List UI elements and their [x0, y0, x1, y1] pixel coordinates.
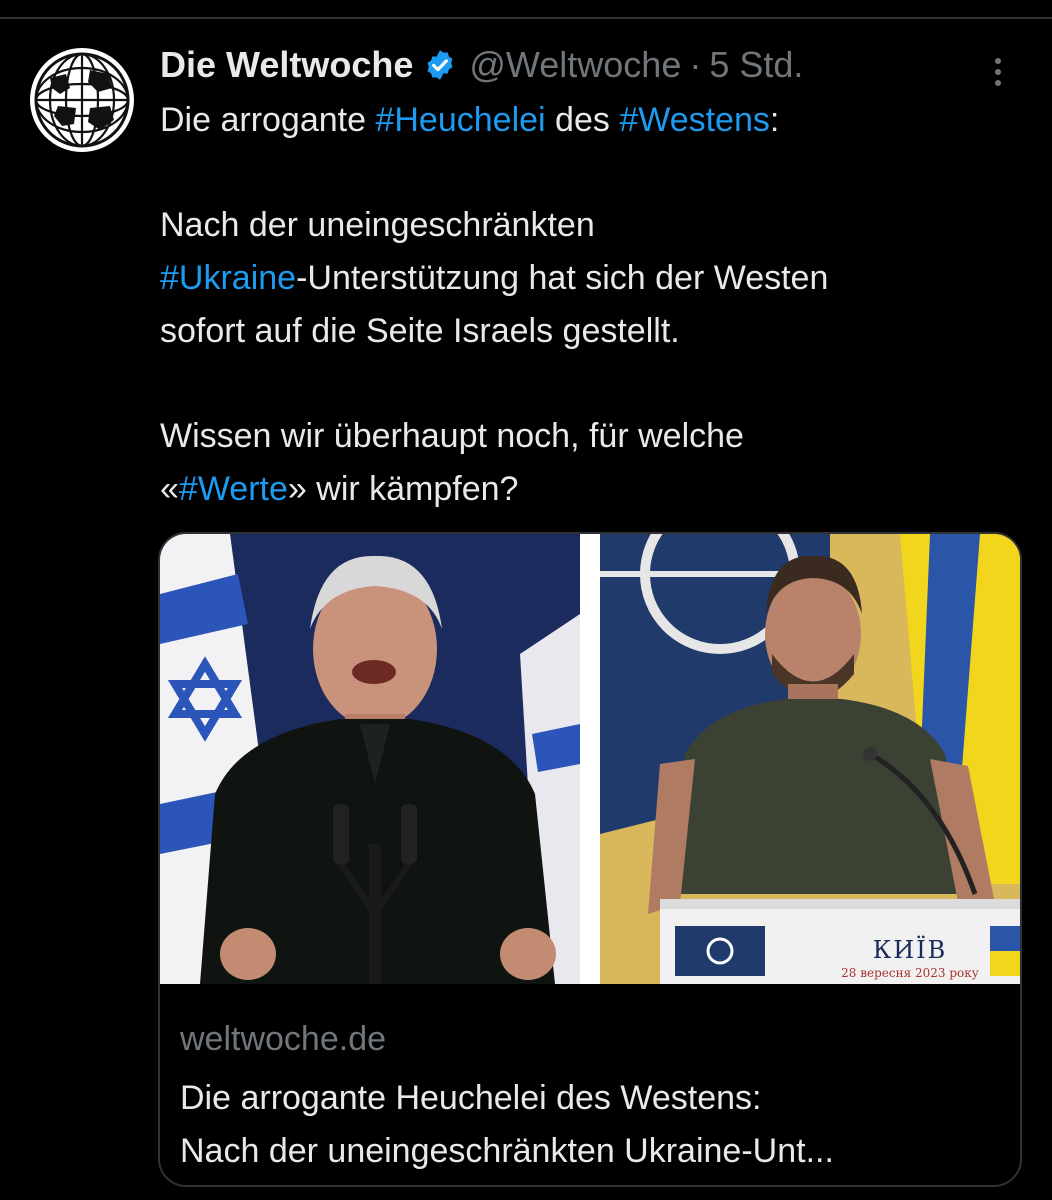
verified-badge-icon[interactable] — [423, 48, 457, 82]
card-title-line-1: Die arrogante Heuchelei des Westens: — [180, 1079, 762, 1117]
tweet-header: Die Weltwoche @Weltwoche · 5 Std. — [160, 40, 803, 90]
more-options-icon[interactable] — [980, 50, 1016, 94]
globe-logo-icon — [34, 52, 130, 148]
hashtag-westens[interactable]: #Westens — [619, 101, 770, 139]
top-divider — [0, 17, 1052, 19]
photo-netanyahu — [160, 534, 580, 984]
card-image[interactable]: КИЇВ 28 вересня 2023 року — [160, 534, 1020, 984]
speaker-photo-left — [160, 534, 580, 984]
text-segment: -Unterstützung hat sich der Westen — [296, 259, 829, 297]
timestamp[interactable]: 5 Std. — [709, 44, 803, 86]
text-segment: des — [545, 101, 620, 139]
tweet-line-6: «#Werte» wir kämpfen? — [160, 463, 1020, 516]
podium-date: 28 вересня 2023 року — [841, 966, 979, 980]
hashtag-ukraine[interactable]: #Ukraine — [160, 259, 296, 297]
handle[interactable]: @Weltwoche — [469, 44, 681, 86]
text-segment: : — [769, 101, 780, 139]
tweet-line-1: Die arrogante #Heuchelei des #Westens: — [160, 94, 1020, 147]
tweet-line-2: Nach der uneingeschränkten — [160, 206, 595, 244]
card-title-line-2: Nach der uneingeschränkten Ukraine-Unt..… — [180, 1132, 834, 1170]
avatar[interactable] — [30, 48, 134, 152]
hashtag-werte[interactable]: #Werte — [179, 470, 288, 508]
link-preview-card[interactable]: КИЇВ 28 вересня 2023 року weltwoche.de D… — [158, 532, 1022, 1187]
tweet-line-5: Wissen wir überhaupt noch, für welche — [160, 417, 744, 455]
podium-label: КИЇВ — [872, 936, 948, 964]
tweet-text: Die arrogante #Heuchelei des #Westens: N… — [160, 94, 1020, 516]
photo-divider — [580, 534, 600, 984]
card-domain[interactable]: weltwoche.de — [180, 1020, 386, 1059]
text-segment: Die arrogante — [160, 101, 376, 139]
text-segment: « — [160, 470, 179, 508]
card-title[interactable]: Die arrogante Heuchelei des Westens: Nac… — [180, 1072, 1000, 1178]
text-segment: » wir kämpfen? — [287, 470, 519, 508]
tweet-line-4: sofort auf die Seite Israels gestellt. — [160, 312, 680, 350]
display-name[interactable]: Die Weltwoche — [160, 44, 413, 86]
speaker-photo-right — [600, 534, 1020, 984]
photo-zelensky: КИЇВ 28 вересня 2023 року — [600, 534, 1020, 984]
hashtag-heuchelei[interactable]: #Heuchelei — [375, 101, 545, 139]
separator-dot: · — [689, 44, 702, 85]
tweet-line-3: #Ukraine-Unterstützung hat sich der West… — [160, 252, 1020, 305]
